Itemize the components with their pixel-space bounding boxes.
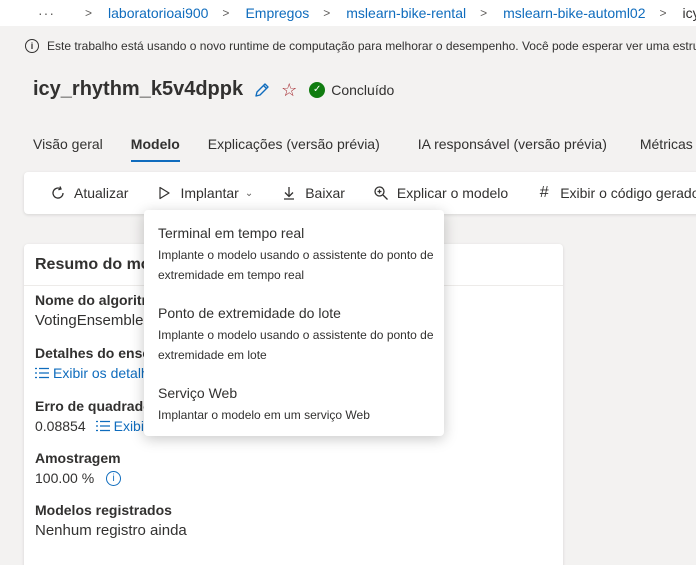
info-icon: i	[25, 39, 39, 53]
breadcrumb-ellipsis[interactable]: ···	[38, 5, 55, 21]
tab-model[interactable]: Modelo	[130, 136, 180, 162]
view-code-label: Exibir o código gerado	[560, 185, 696, 201]
chevron-right-icon: >	[659, 6, 667, 20]
zoom-search-icon	[374, 186, 388, 200]
download-icon	[284, 187, 295, 200]
pencil-icon[interactable]	[253, 81, 271, 99]
check-icon: ✓	[309, 81, 326, 98]
sampling-value: 100.00 %	[35, 470, 95, 486]
breadcrumb-workspace[interactable]: laboratorioai900	[108, 5, 208, 21]
list-icon	[95, 420, 110, 432]
banner-text: Este trabalho está usando o novo runtime…	[47, 39, 696, 53]
view-code-button[interactable]: # Exibir o código gerado	[536, 184, 696, 201]
deploy-label: Implantar	[180, 185, 239, 201]
list-icon	[35, 367, 49, 379]
menu-item-description: Implante o modelo usando o assistente do…	[158, 248, 434, 282]
menu-item-web-service[interactable]: Serviço Web Implantar o modelo em um ser…	[158, 385, 434, 425]
chevron-down-icon: ⌄	[244, 187, 254, 199]
breadcrumb: ··· > laboratorioai900 > Empregos > msle…	[0, 0, 696, 26]
chevron-right-icon: >	[323, 6, 331, 20]
registered-models-value: Nenhum registro ainda	[35, 522, 187, 539]
info-icon[interactable]: i	[106, 470, 122, 486]
breadcrumb-parent-job[interactable]: mslearn-bike-automl02	[503, 5, 645, 21]
registered-models-label: Modelos registrados	[35, 502, 172, 518]
info-banner: i Este trabalho está usando o novo runti…	[0, 32, 696, 60]
status-text: Concluído	[331, 81, 395, 98]
title-row: icy_rhythm_k5v4dppk ☆ ✓ Concluído	[33, 78, 394, 101]
chevron-right-icon: >	[222, 6, 230, 20]
menu-item-realtime-endpoint[interactable]: Terminal em tempo real Implante o modelo…	[158, 225, 434, 285]
error-value: 0.08854	[35, 418, 86, 434]
registered-models-field: Modelos registrados Nenhum registro aind…	[35, 502, 187, 539]
menu-item-description: Implante o modelo usando o assistente do…	[158, 328, 434, 362]
play-icon	[159, 186, 171, 200]
tab-explanations[interactable]: Explicações (versão prévia)	[208, 136, 380, 162]
refresh-icon	[52, 186, 64, 199]
page: ··· > laboratorioai900 > Empregos > msle…	[0, 0, 696, 565]
star-icon[interactable]: ☆	[281, 81, 297, 99]
page-title: icy_rhythm_k5v4dppk	[33, 78, 244, 100]
explain-model-button[interactable]: Explicar o modelo	[373, 185, 508, 201]
download-button[interactable]: Baixar	[281, 185, 345, 201]
explain-model-label: Explicar o modelo	[396, 185, 509, 201]
tab-overview[interactable]: Visão geral	[33, 136, 103, 162]
breadcrumb-experiment[interactable]: mslearn-bike-rental	[346, 5, 466, 21]
hash-icon: #	[539, 184, 549, 201]
tab-metrics[interactable]: Métricas	[640, 136, 693, 162]
command-bar: Atualizar Implantar ⌄ Baixar Explicar o …	[24, 172, 696, 214]
deploy-dropdown-menu: Terminal em tempo real Implante o modelo…	[144, 210, 444, 436]
sampling-row: 100.00 % i	[35, 470, 122, 486]
menu-item-batch-endpoint[interactable]: Ponto de extremidade do lote Implante o …	[158, 305, 434, 365]
tab-responsible-ai[interactable]: IA responsável (versão prévia)	[418, 136, 607, 162]
refresh-label: Atualizar	[74, 185, 129, 201]
menu-item-description: Implantar o modelo em um serviço Web	[158, 408, 370, 422]
menu-item-title: Terminal em tempo real	[158, 225, 305, 241]
chevron-right-icon: >	[85, 6, 93, 20]
sampling-field: Amostragem 100.00 % i	[35, 450, 122, 486]
refresh-button[interactable]: Atualizar	[50, 185, 128, 201]
tab-bar: Visão geral Modelo Explicações (versão p…	[33, 136, 696, 162]
menu-item-title: Serviço Web	[158, 385, 238, 401]
breadcrumb-current: icy_rh	[682, 5, 696, 21]
deploy-button[interactable]: Implantar ⌄	[156, 185, 253, 201]
status-badge: ✓ Concluído	[309, 81, 395, 98]
menu-item-title: Ponto de extremidade do lote	[158, 305, 341, 321]
breadcrumb-jobs[interactable]: Empregos	[245, 5, 309, 21]
sampling-label: Amostragem	[35, 450, 121, 466]
chevron-right-icon: >	[480, 6, 488, 20]
download-label: Baixar	[305, 185, 345, 201]
